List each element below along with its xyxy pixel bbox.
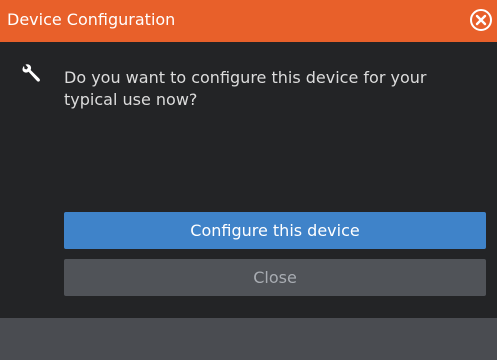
dialog-titlebar: Device Configuration — [0, 0, 497, 42]
configure-device-button[interactable]: Configure this device — [64, 212, 486, 249]
close-icon[interactable] — [469, 8, 493, 32]
dialog-message: Do you want to configure this device for… — [64, 68, 427, 109]
close-button[interactable]: Close — [64, 259, 486, 296]
wrench-icon — [20, 63, 42, 85]
device-configuration-dialog: Device Configuration Do you want to conf… — [0, 0, 497, 360]
dialog-footer — [0, 318, 497, 360]
dialog-title: Device Configuration — [7, 10, 176, 29]
